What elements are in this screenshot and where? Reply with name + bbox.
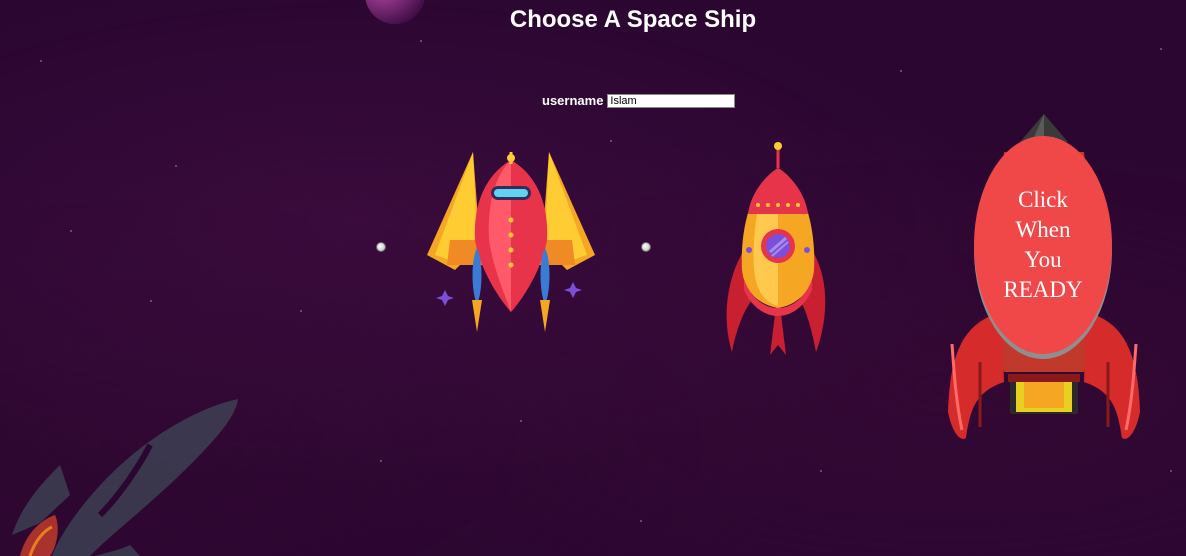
ready-line-3: You bbox=[1024, 247, 1062, 272]
rocket-ship-icon[interactable] bbox=[718, 140, 830, 358]
ship-radio-fighter[interactable] bbox=[376, 242, 386, 252]
username-input[interactable] bbox=[607, 93, 736, 108]
ready-button-text: Click When You READY bbox=[1003, 185, 1082, 305]
username-row: username bbox=[542, 93, 736, 108]
ship-radio-rocket[interactable] bbox=[641, 242, 651, 252]
username-label: username bbox=[542, 93, 604, 108]
ready-button[interactable]: Click When You READY bbox=[974, 136, 1112, 354]
fighter-ship-icon[interactable] bbox=[425, 150, 597, 335]
background-rocket-icon bbox=[12, 399, 238, 556]
ready-line-2: When bbox=[1015, 217, 1071, 242]
page-title: Choose A Space Ship bbox=[509, 6, 757, 33]
ready-line-4: READY bbox=[1003, 277, 1083, 302]
ready-line-1: Click bbox=[1018, 187, 1068, 212]
